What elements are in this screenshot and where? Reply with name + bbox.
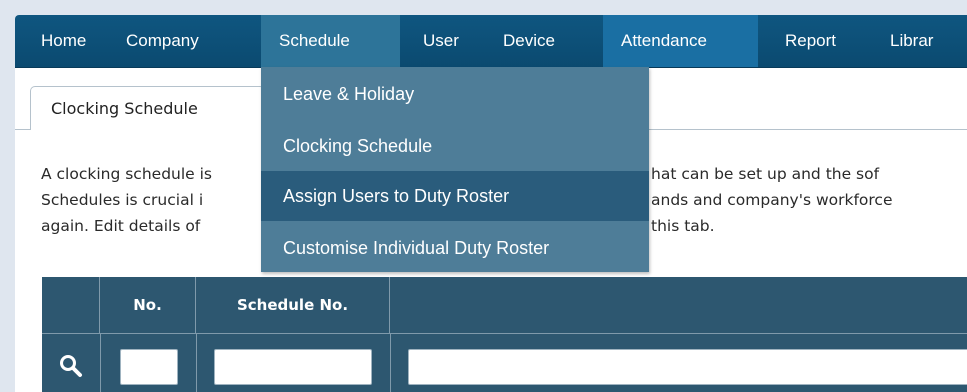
grid-col-select [42,277,100,333]
description-line-3-left: again. Edit details of [41,217,201,235]
tab-clocking-schedule[interactable]: Clocking Schedule [30,86,265,130]
grid-col-no[interactable]: No. [100,277,196,333]
nav-library[interactable]: Librar [872,15,951,67]
grid-header: No. Schedule No. [42,277,967,333]
nav-schedule[interactable]: Schedule [261,15,400,67]
top-navbar: Home Company Schedule User Device Attend… [15,15,967,68]
description-line-3-right: this tab. [651,217,715,235]
description-line-1-left: A clocking schedule is [41,165,213,183]
nav-attendance[interactable]: Attendance [603,15,758,67]
nav-device[interactable]: Device [485,15,573,67]
nav-user[interactable]: User [405,15,477,67]
filter-divider [196,334,197,392]
menu-item-customise-individual-duty-roster[interactable]: Customise Individual Duty Roster [261,223,649,273]
nav-company[interactable]: Company [108,15,217,67]
grid-filter-row [42,333,967,392]
schedule-dropdown-menu: Leave & Holiday Clocking Schedule Assign… [261,67,649,272]
filter-schedule-no-input[interactable] [214,349,372,385]
menu-item-assign-users-duty-roster[interactable]: Assign Users to Duty Roster [261,171,649,221]
search-icon[interactable] [58,353,84,379]
filter-divider [100,334,101,392]
grid-col-description [390,277,967,333]
nav-home[interactable]: Home [23,15,104,67]
filter-divider [390,334,391,392]
filter-description-input[interactable] [408,349,967,385]
description-line-2-right: ands and company's workforce [651,191,893,209]
menu-item-leave-holiday[interactable]: Leave & Holiday [261,69,649,119]
nav-report[interactable]: Report [767,15,854,67]
description-line-2-left: Schedules is crucial i [41,191,204,209]
grid-col-schedule-no[interactable]: Schedule No. [196,277,390,333]
menu-item-clocking-schedule[interactable]: Clocking Schedule [261,121,649,171]
app-frame: Home Company Schedule User Device Attend… [15,15,967,392]
filter-no-input[interactable] [120,349,178,385]
description-line-1-right: hat can be set up and the sof [651,165,880,183]
